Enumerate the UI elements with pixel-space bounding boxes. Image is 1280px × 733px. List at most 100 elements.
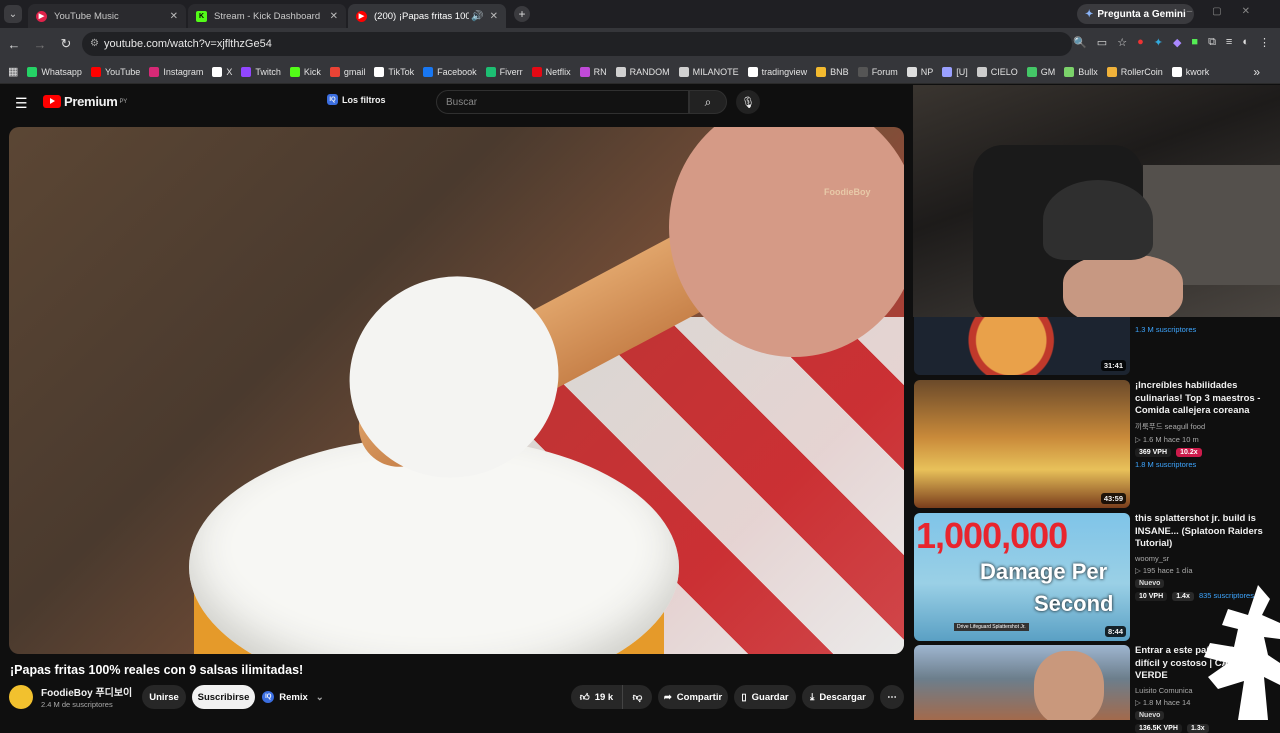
new-tab-button[interactable]: + xyxy=(514,6,530,22)
extension-icon[interactable]: ■ xyxy=(1191,36,1198,49)
voice-search-button[interactable]: 🎙 xyxy=(736,90,760,114)
bookmark-icon xyxy=(1026,66,1037,77)
bookmark-rollercoin[interactable]: RollerCoin xyxy=(1106,66,1163,77)
dislike-button[interactable]: 👎︎ xyxy=(622,685,652,709)
bookmark-fiverr[interactable]: Fiverr xyxy=(485,66,523,77)
channel-name[interactable]: FoodieBoy 푸디보이 xyxy=(41,684,132,699)
bookmark-u[interactable]: [U] xyxy=(942,66,968,77)
recommendation-item[interactable]: 31:41 1.3 M suscriptores xyxy=(913,317,1280,377)
bookmark-icon xyxy=(289,66,300,77)
menu-icon[interactable]: ⋮ xyxy=(1259,36,1270,49)
bookmark-facebook[interactable]: Facebook xyxy=(423,66,477,77)
close-icon[interactable]: ✕ xyxy=(170,11,178,22)
recommendation-stats: 195 hace 1 día xyxy=(1142,565,1193,575)
recommendation-title[interactable]: this splattershot jr. build is INSANE...… xyxy=(1135,513,1275,551)
download-button[interactable]: ⤓ Descargar xyxy=(802,685,874,709)
bookmark-icon xyxy=(1106,66,1117,77)
channel-info[interactable]: FoodieBoy 푸디보이 2.4 M de suscriptores xyxy=(9,684,132,709)
youtube-premium-logo[interactable]: Premium PY xyxy=(43,94,127,109)
bookmark-tiktok[interactable]: TikTok xyxy=(374,66,414,77)
bookmark-whatsapp[interactable]: Whatsapp xyxy=(27,66,82,77)
vph-badge: 136.5K VPH xyxy=(1135,723,1182,733)
video-player[interactable]: FoodieBoy xyxy=(9,127,904,654)
download-icon: ⤓ xyxy=(810,691,815,703)
bookmark-kick[interactable]: Kick xyxy=(289,66,321,77)
url-field[interactable]: ⚙ youtube.com/watch?v=xjflthzGe54 xyxy=(82,32,1072,56)
join-button[interactable]: Unirse xyxy=(142,685,186,709)
bookmark-bnb[interactable]: BNB xyxy=(816,66,849,77)
close-icon[interactable]: ✕ xyxy=(330,11,338,22)
search-button[interactable]: ⌕ xyxy=(689,90,727,114)
bookmark-star-icon[interactable]: ☆ xyxy=(1117,36,1127,49)
video-thumbnail[interactable]: 43:59 xyxy=(914,380,1130,508)
tab-youtube-video[interactable]: ▶ (200) ¡Papas fritas 100% rea 🔊 ✕ xyxy=(348,4,506,28)
recommendation-channel[interactable]: woomy_sr xyxy=(1135,554,1275,563)
extension-icon[interactable]: ◆ xyxy=(1173,36,1181,49)
tab-youtube-music[interactable]: ▶ YouTube Music ✕ xyxy=(28,4,186,28)
video-thumbnail[interactable] xyxy=(914,645,1130,720)
bookmark-icon xyxy=(1064,66,1075,77)
address-bar-row: ← → ↻ ⚙ youtube.com/watch?v=xjflthzGe54 … xyxy=(0,28,1280,60)
menu-icon[interactable]: ☰ xyxy=(15,95,28,112)
bookmark-label: Bullx xyxy=(1078,66,1098,77)
bookmark-np[interactable]: NP xyxy=(906,66,933,77)
apps-icon[interactable]: ▦ xyxy=(8,65,18,78)
extension-icon[interactable]: ✦ xyxy=(1154,36,1163,49)
like-button[interactable]: 👍︎ 19 k xyxy=(571,685,622,709)
gemini-button[interactable]: ✦ Pregunta a Gemini xyxy=(1077,4,1194,24)
bookmark-netflix[interactable]: Netflix xyxy=(531,66,571,77)
bookmark-icon xyxy=(816,66,827,77)
bookmark-milanote[interactable]: MILANOTE xyxy=(678,66,739,77)
video-thumbnail[interactable]: 1,000,000 Damage Per Second Drive Lifegu… xyxy=(914,513,1130,641)
tab-kick-dashboard[interactable]: K Stream - Kick Dashboard ✕ xyxy=(188,4,346,28)
share-button[interactable]: ➦ Compartir xyxy=(658,685,728,709)
channel-avatar[interactable] xyxy=(9,684,33,709)
site-info-icon[interactable]: ⚙ xyxy=(90,38,99,49)
url-text: youtube.com/watch?v=xjflthzGe54 xyxy=(104,38,272,50)
bookmark-gm[interactable]: GM xyxy=(1026,66,1055,77)
puzzle-icon[interactable]: ⧉ xyxy=(1208,36,1216,49)
media-icon[interactable]: ≡ xyxy=(1226,36,1232,49)
youtube-logo-icon xyxy=(43,95,61,108)
save-button[interactable]: ▯ Guardar xyxy=(734,685,796,709)
remix-button[interactable]: IQ Remix ⌄ xyxy=(260,685,326,709)
bookmark-label: Instagram xyxy=(163,66,204,77)
recommendation-item[interactable]: 43:59 ¡Increíbles habilidades culinarias… xyxy=(913,380,1280,508)
bookmark-bullx[interactable]: Bullx xyxy=(1064,66,1098,77)
more-actions-button[interactable]: ⋯ xyxy=(880,685,904,709)
bookmark-cielo[interactable]: CIELO xyxy=(976,66,1018,77)
back-icon[interactable]: ← xyxy=(2,37,26,52)
window-controls[interactable]: –▢✕ xyxy=(1187,6,1270,17)
bookmark-tradingview[interactable]: tradingview xyxy=(747,66,807,77)
bookmark-icon xyxy=(485,66,496,77)
speaker-icon[interactable]: 🔊 xyxy=(471,11,483,22)
tab-search-icon[interactable]: ⌄ xyxy=(4,5,22,23)
bookmark-youtube[interactable]: YouTube xyxy=(90,66,140,77)
bookmark-forum[interactable]: Forum xyxy=(857,66,898,77)
bookmark-twitch[interactable]: Twitch xyxy=(241,66,281,77)
close-icon[interactable]: ✕ xyxy=(490,11,498,22)
bookmark-gmail[interactable]: gmail xyxy=(329,66,365,77)
filters-button[interactable]: IQ Los filtros xyxy=(327,94,386,105)
profile-icon[interactable]: ◐ xyxy=(1242,36,1249,49)
zoom-icon[interactable]: 🔍 xyxy=(1073,36,1087,49)
forward-icon[interactable]: → xyxy=(28,37,52,52)
recommendation-channel[interactable]: 끼룩푸드 seagull food xyxy=(1135,421,1275,432)
bookmark-x[interactable]: X xyxy=(212,66,232,77)
reload-icon[interactable]: ↻ xyxy=(54,36,78,52)
extension-icon[interactable]: ● xyxy=(1137,36,1144,49)
more-bookmarks-icon[interactable]: » xyxy=(1253,65,1260,79)
subscribe-button[interactable]: Suscribirse xyxy=(192,685,255,709)
bookmark-kwork[interactable]: kwork xyxy=(1171,66,1209,77)
cast-icon[interactable]: ▭ xyxy=(1097,36,1107,49)
vph-badge: 369 VPH xyxy=(1135,447,1172,457)
chevron-down-icon: ⌄ xyxy=(315,691,324,703)
bookmark-instagram[interactable]: Instagram xyxy=(149,66,204,77)
browser-tab-bar: ⌄ ▶ YouTube Music ✕ K Stream - Kick Dash… xyxy=(0,0,1280,28)
bookmark-icon: ▯ xyxy=(741,691,747,703)
video-thumbnail[interactable]: 31:41 xyxy=(914,317,1130,375)
recommendation-title[interactable]: ¡Increíbles habilidades culinarias! Top … xyxy=(1135,380,1275,418)
search-input[interactable]: Buscar xyxy=(436,90,689,114)
bookmark-random[interactable]: RANDOM xyxy=(615,66,670,77)
bookmark-rn[interactable]: RN xyxy=(579,66,607,77)
